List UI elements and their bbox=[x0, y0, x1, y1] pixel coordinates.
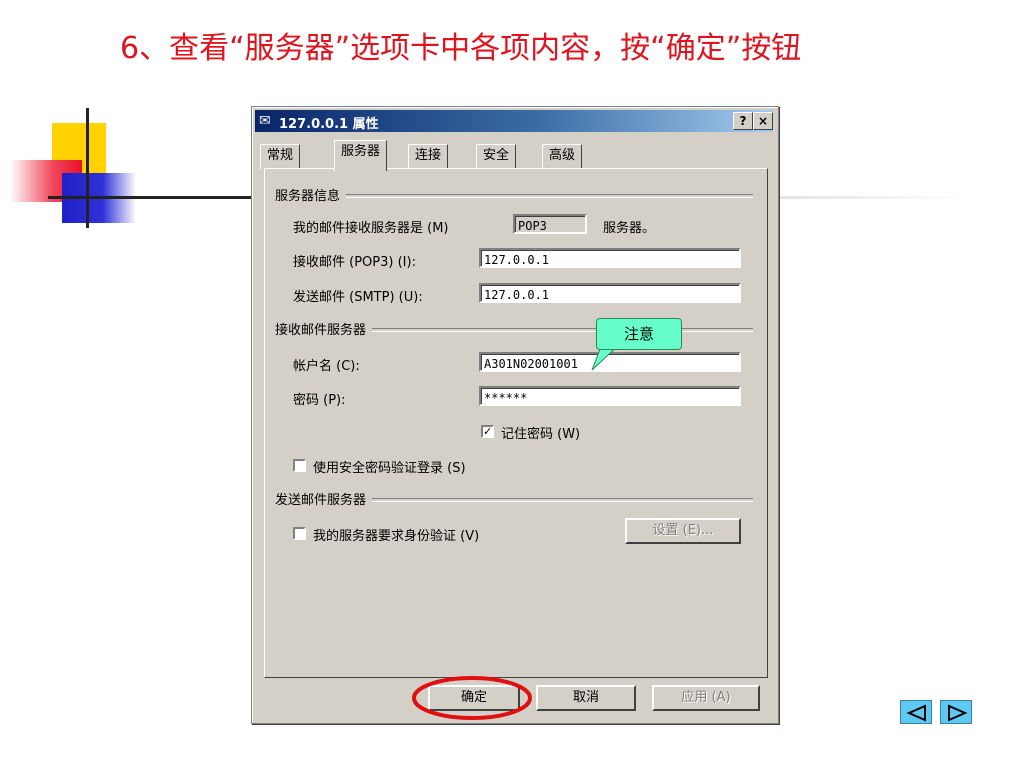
remember-password-checkbox[interactable]: ✓ bbox=[481, 425, 494, 438]
remember-password-label[interactable]: 记住密码 (W) bbox=[501, 423, 580, 442]
pop3-server-input[interactable]: 127.0.0.1 bbox=[479, 248, 741, 268]
tab-servers[interactable]: 服务器 bbox=[334, 140, 388, 171]
spa-checkbox[interactable] bbox=[293, 459, 306, 472]
password-label: 密码 (P): bbox=[293, 393, 346, 408]
mail-account-icon: ✉ bbox=[259, 113, 271, 129]
tab-advanced[interactable]: 高级 bbox=[542, 144, 583, 169]
smtp-label: 发送邮件 (SMTP) (U): bbox=[293, 290, 423, 305]
logo-horizontal-line bbox=[48, 196, 263, 199]
tab-connection[interactable]: 连接 bbox=[408, 144, 449, 169]
slide-title: 6、查看“服务器”选项卡中各项内容，按“确定”按钮 bbox=[120, 31, 802, 66]
group-label-incoming-server: 接收邮件服务器 bbox=[275, 319, 373, 338]
tab-panel-servers: 服务器信息 我的邮件接收服务器是 (M) POP3 服务器。 接收邮件 (POP… bbox=[264, 168, 768, 678]
incoming-type-suffix: 服务器。 bbox=[603, 221, 656, 236]
tab-security[interactable]: 安全 bbox=[476, 144, 517, 169]
spa-label[interactable]: 使用安全密码验证登录 (S) bbox=[313, 457, 466, 476]
group-separator bbox=[275, 194, 753, 198]
group-label-server-info: 服务器信息 bbox=[275, 185, 347, 204]
tab-strip: 常规 服务器 连接 安全 高级 bbox=[260, 140, 770, 171]
smtp-server-input[interactable]: 127.0.0.1 bbox=[479, 283, 741, 303]
settings-button[interactable]: 设置 (E)... bbox=[625, 518, 741, 544]
cancel-button[interactable]: 取消 bbox=[536, 685, 636, 711]
callout-note: 注意 bbox=[596, 318, 682, 350]
properties-dialog: ✉ 127.0.0.1 属性 ? × 常规 服务器 连接 安全 高级 服务器信息… bbox=[251, 106, 779, 724]
dialog-title: 127.0.0.1 属性 bbox=[279, 117, 379, 132]
tab-general[interactable]: 常规 bbox=[260, 144, 301, 169]
next-slide-button[interactable] bbox=[940, 700, 972, 724]
incoming-type-field: POP3 bbox=[513, 214, 587, 234]
pop3-label: 接收邮件 (POP3) (I): bbox=[293, 255, 416, 270]
prev-slide-button[interactable] bbox=[900, 700, 932, 724]
logo-vertical-line bbox=[86, 108, 89, 228]
incoming-type-label: 我的邮件接收服务器是 (M) bbox=[293, 221, 449, 236]
apply-button[interactable]: 应用 (A) bbox=[652, 685, 760, 711]
smtp-auth-label[interactable]: 我的服务器要求身份验证 (V) bbox=[313, 525, 479, 544]
slide-divider-line bbox=[764, 196, 964, 199]
triangle-left-icon bbox=[906, 704, 926, 722]
highlight-ring bbox=[412, 676, 532, 720]
close-button[interactable]: × bbox=[753, 112, 773, 130]
group-label-outgoing-server: 发送邮件服务器 bbox=[275, 489, 373, 508]
triangle-right-icon bbox=[948, 704, 968, 722]
dialog-titlebar: ✉ 127.0.0.1 属性 ? × bbox=[255, 110, 773, 132]
help-button[interactable]: ? bbox=[733, 112, 753, 130]
account-name-label: 帐户名 (C): bbox=[293, 359, 360, 374]
password-input[interactable]: ****** bbox=[479, 386, 741, 406]
smtp-auth-checkbox[interactable] bbox=[293, 527, 306, 540]
